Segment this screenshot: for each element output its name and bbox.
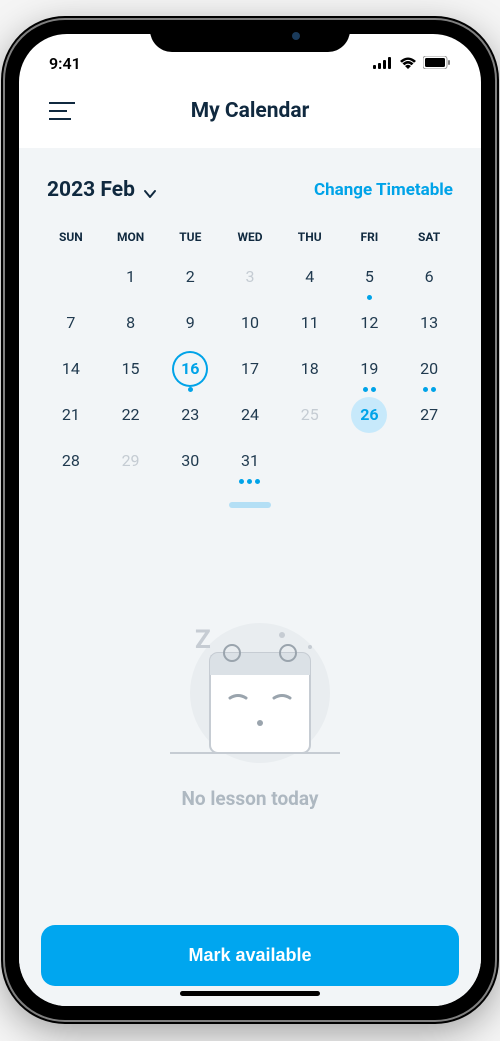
app-header: My Calendar: [19, 80, 481, 148]
day-cell[interactable]: 13: [399, 300, 459, 346]
phone-screen: 9:41 My Calendar 20 23: [19, 34, 481, 1006]
month-label-text: 2023 Feb: [47, 178, 135, 202]
day-cell[interactable]: 28: [41, 438, 101, 484]
day-number[interactable]: 19: [351, 351, 387, 387]
day-cell[interactable]: 7: [41, 300, 101, 346]
day-number[interactable]: 30: [172, 443, 208, 479]
menu-icon[interactable]: [49, 102, 75, 120]
day-cell: [41, 254, 101, 300]
day-number[interactable]: 18: [292, 351, 328, 387]
day-number[interactable]: 31: [232, 443, 268, 479]
day-number[interactable]: 5: [351, 259, 387, 295]
event-dots: [220, 479, 280, 484]
wifi-icon: [399, 54, 417, 73]
battery-icon: [423, 54, 451, 73]
day-number[interactable]: 28: [53, 443, 89, 479]
day-cell[interactable]: 3: [220, 254, 280, 300]
content-area: 2023 Feb Change Timetable SUNMONTUEWEDTH…: [19, 148, 481, 1006]
day-number[interactable]: 7: [53, 305, 89, 341]
sleeping-calendar-illustration: Z Z: [140, 613, 360, 773]
day-number[interactable]: 23: [172, 397, 208, 433]
month-row: 2023 Feb Change Timetable: [41, 178, 459, 202]
day-cell[interactable]: 23: [160, 392, 220, 438]
calendar-grid: SUNMONTUEWEDTHUFRISAT1234567891011121314…: [41, 224, 459, 484]
day-number[interactable]: 9: [172, 305, 208, 341]
day-cell[interactable]: 5: [340, 254, 400, 300]
day-cell: [280, 438, 340, 484]
day-cell[interactable]: 15: [101, 346, 161, 392]
change-timetable-link[interactable]: Change Timetable: [314, 180, 453, 200]
day-number[interactable]: 25: [292, 397, 328, 433]
day-number[interactable]: 6: [411, 259, 447, 295]
weekday-header: SUN: [41, 224, 101, 254]
day-number[interactable]: 22: [113, 397, 149, 433]
day-cell[interactable]: 4: [280, 254, 340, 300]
empty-state: Z Z No lesson tod: [41, 508, 459, 925]
day-cell[interactable]: 10: [220, 300, 280, 346]
day-number[interactable]: 3: [232, 259, 268, 295]
day-cell[interactable]: 18: [280, 346, 340, 392]
day-cell[interactable]: 11: [280, 300, 340, 346]
empty-state-message: No lesson today: [182, 787, 319, 810]
notch: [150, 20, 350, 52]
weekday-header: TUE: [160, 224, 220, 254]
weekday-header: FRI: [340, 224, 400, 254]
day-number[interactable]: 11: [292, 305, 328, 341]
day-number[interactable]: 8: [113, 305, 149, 341]
day-cell[interactable]: 31: [220, 438, 280, 484]
day-number[interactable]: 29: [113, 443, 149, 479]
mark-available-button[interactable]: Mark available: [41, 925, 459, 986]
day-cell[interactable]: 19: [340, 346, 400, 392]
day-number[interactable]: 4: [292, 259, 328, 295]
day-cell[interactable]: 8: [101, 300, 161, 346]
day-number[interactable]: 16: [172, 351, 208, 387]
day-cell[interactable]: 26: [340, 392, 400, 438]
day-cell[interactable]: 25: [280, 392, 340, 438]
day-cell[interactable]: 17: [220, 346, 280, 392]
day-cell[interactable]: 29: [101, 438, 161, 484]
day-cell[interactable]: 21: [41, 392, 101, 438]
day-number[interactable]: 15: [113, 351, 149, 387]
day-number[interactable]: 2: [172, 259, 208, 295]
status-icons: [373, 54, 451, 73]
day-cell[interactable]: 2: [160, 254, 220, 300]
day-number[interactable]: 21: [53, 397, 89, 433]
day-number[interactable]: 14: [53, 351, 89, 387]
day-cell[interactable]: 22: [101, 392, 161, 438]
weekday-header: WED: [220, 224, 280, 254]
day-number[interactable]: 26: [351, 397, 387, 433]
weekday-header: THU: [280, 224, 340, 254]
day-cell: [399, 438, 459, 484]
cellular-signal-icon: [373, 54, 393, 73]
month-selector[interactable]: 2023 Feb: [47, 178, 157, 202]
page-title: My Calendar: [19, 99, 481, 123]
day-number[interactable]: 20: [411, 351, 447, 387]
day-number[interactable]: 24: [232, 397, 268, 433]
svg-text:Z: Z: [195, 625, 211, 655]
home-indicator[interactable]: [180, 991, 320, 996]
day-cell[interactable]: 27: [399, 392, 459, 438]
day-number[interactable]: 10: [232, 305, 268, 341]
day-number[interactable]: 1: [113, 259, 149, 295]
phone-frame: 9:41 My Calendar 20 23: [5, 20, 495, 1020]
status-time: 9:41: [49, 54, 81, 73]
day-cell[interactable]: 20: [399, 346, 459, 392]
day-number[interactable]: 13: [411, 305, 447, 341]
weekday-header: MON: [101, 224, 161, 254]
day-cell[interactable]: 14: [41, 346, 101, 392]
day-number[interactable]: 12: [351, 305, 387, 341]
day-number[interactable]: 17: [232, 351, 268, 387]
day-cell[interactable]: 24: [220, 392, 280, 438]
day-number[interactable]: 27: [411, 397, 447, 433]
weekday-header: SAT: [399, 224, 459, 254]
day-cell[interactable]: 9: [160, 300, 220, 346]
day-cell[interactable]: 6: [399, 254, 459, 300]
day-cell: [340, 438, 400, 484]
day-cell[interactable]: 12: [340, 300, 400, 346]
chevron-down-icon: [143, 183, 157, 197]
day-cell[interactable]: 16: [160, 346, 220, 392]
day-cell[interactable]: 30: [160, 438, 220, 484]
day-cell[interactable]: 1: [101, 254, 161, 300]
